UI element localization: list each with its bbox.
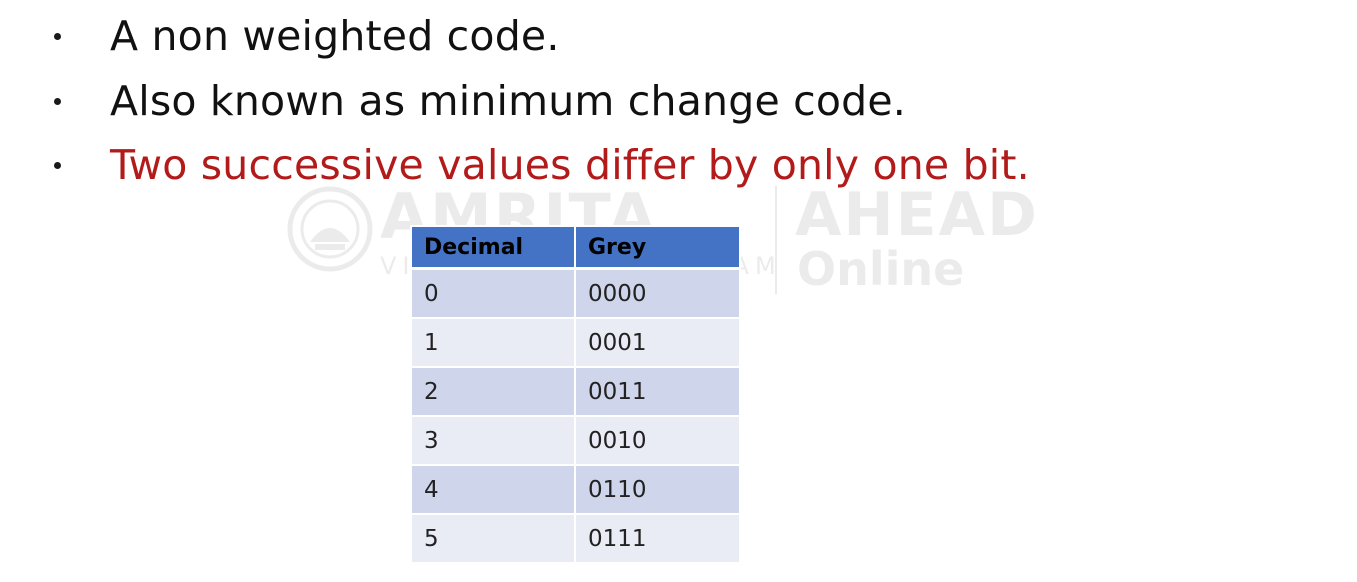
cell-grey: 0000: [574, 267, 741, 319]
table-row: 0 0000: [410, 267, 741, 319]
cell-grey: 0001: [574, 317, 741, 368]
table-row: 2 0011: [410, 366, 741, 417]
seal-icon: [287, 186, 373, 272]
watermark-online: Online: [797, 242, 965, 296]
bullet-dot-icon: [54, 98, 61, 105]
bullet-text: Also known as minimum change code.: [110, 77, 907, 125]
table-row: 4 0110: [410, 464, 741, 515]
bullet-dot-icon: [54, 33, 61, 40]
bullet-item: Also known as minimum change code.: [0, 71, 1300, 131]
header-grey: Grey: [574, 225, 741, 270]
cell-decimal: 4: [410, 464, 576, 515]
cell-decimal: 3: [410, 415, 576, 466]
header-decimal: Decimal: [410, 225, 576, 270]
table-header-row: Decimal Grey: [410, 225, 741, 270]
bullet-text: Two successive values differ by only one…: [110, 141, 1030, 189]
grey-code-table: Decimal Grey 0 0000 1 0001 2 0011 3 0010…: [410, 225, 741, 564]
cell-decimal: 5: [410, 513, 576, 564]
cell-grey: 0010: [574, 415, 741, 466]
cell-grey: 0110: [574, 464, 741, 515]
bullet-text: A non weighted code.: [110, 12, 560, 60]
cell-decimal: 2: [410, 366, 576, 417]
bullet-item-highlight: Two successive values differ by only one…: [0, 135, 1300, 195]
cell-decimal: 0: [410, 267, 576, 319]
cell-grey: 0111: [574, 513, 741, 564]
bullet-dot-icon: [54, 162, 61, 169]
cell-grey: 0011: [574, 366, 741, 417]
table-row: 3 0010: [410, 415, 741, 466]
watermark-divider: [775, 186, 777, 294]
cell-decimal: 1: [410, 317, 576, 368]
bullet-item: A non weighted code.: [0, 6, 1300, 66]
table-row: 1 0001: [410, 317, 741, 368]
table-row: 5 0111: [410, 513, 741, 564]
